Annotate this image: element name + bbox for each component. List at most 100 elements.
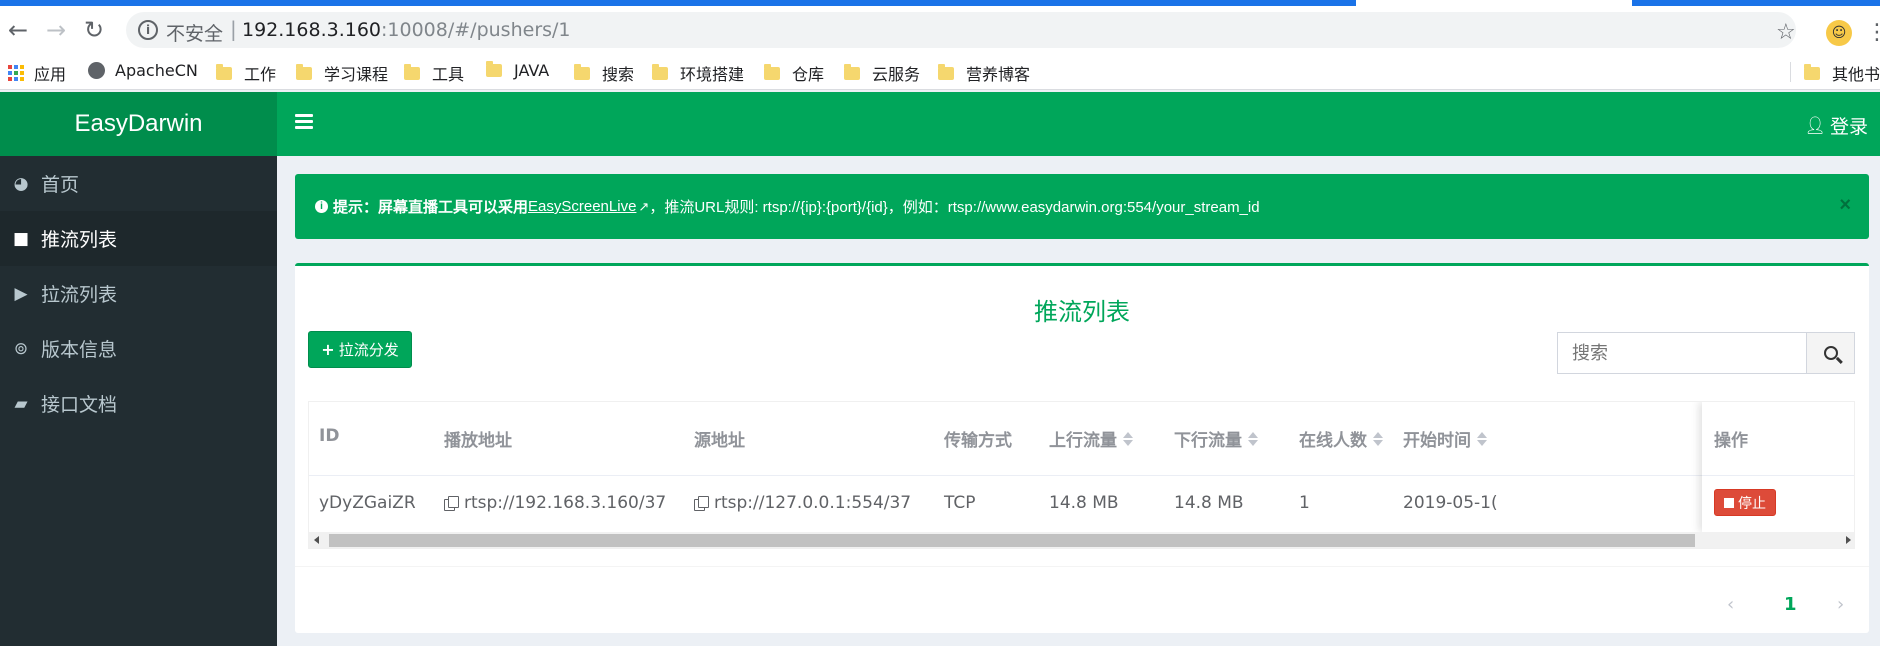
video-camera-icon: ■ <box>12 228 30 249</box>
pushers-table: ID 播放地址 源地址 传输方式 上行流量 下行流量 在线人数 开始时间 yDy… <box>308 401 1855 549</box>
cell-start-time: 2019-05-1( <box>1403 493 1498 513</box>
sidebar-toggle-icon[interactable] <box>295 114 313 129</box>
th-up-traffic[interactable]: 上行流量 <box>1049 426 1133 451</box>
reload-icon[interactable]: ↻ <box>80 16 108 44</box>
plus-icon: + <box>321 340 335 359</box>
play-icon: ▶ <box>14 283 28 304</box>
th-transport: 传输方式 <box>944 431 1012 451</box>
sidebar-item-label: 首页 <box>41 174 80 196</box>
bookmark-apachecn[interactable]: ApacheCN <box>88 61 198 80</box>
bookmark-nutrition-blog[interactable]: 营养博客 <box>938 61 1030 85</box>
search-button[interactable] <box>1806 332 1855 374</box>
bookmark-tools[interactable]: 工具 <box>404 61 464 85</box>
th-play-url: 播放地址 <box>444 431 512 451</box>
bookmark-label: 工具 <box>432 65 465 84</box>
th-online-label: 在线人数 <box>1299 431 1367 451</box>
folder-icon <box>404 63 420 80</box>
url-text[interactable]: 192.168.3.160:10008/#/pushers/1 <box>242 19 571 41</box>
back-icon[interactable]: ← <box>4 16 32 44</box>
forward-icon[interactable]: → <box>42 16 70 44</box>
globe-icon <box>88 62 105 79</box>
cell-down-traffic: 14.8 MB <box>1174 493 1244 513</box>
sidebar-item-pullers[interactable]: ▶ 拉流列表 <box>0 266 277 321</box>
sidebar-item-pushers[interactable]: ■ 推流列表 <box>0 211 277 266</box>
cell-source-url: rtsp://127.0.0.1:554/37 <box>694 493 911 513</box>
divider <box>295 566 1869 567</box>
play-url-text: rtsp://192.168.3.160/37 <box>464 493 667 513</box>
folder-icon <box>764 63 780 80</box>
cell-id: yDyZGaiZR <box>319 493 416 513</box>
folder-icon <box>844 63 860 80</box>
cell-transport: TCP <box>944 493 976 513</box>
search-input[interactable] <box>1557 332 1807 374</box>
bookmark-work[interactable]: 工作 <box>216 61 276 85</box>
more-menu-icon[interactable]: ⋮ <box>1866 20 1880 45</box>
action-column: 操作 停止 <box>1702 402 1854 532</box>
cell-online: 1 <box>1299 493 1310 513</box>
th-id: ID <box>319 426 340 446</box>
bookmark-courses[interactable]: 学习课程 <box>296 61 388 85</box>
scroll-left-icon[interactable] <box>314 536 319 544</box>
login-label: 登录 <box>1829 116 1868 138</box>
pushers-box: 推流列表 + 拉流分发 ID 播放地址 源地址 传输方式 上行流量 下行流量 在… <box>295 263 1869 633</box>
bookmark-other[interactable]: 其他书签 <box>1804 61 1880 85</box>
add-pull-button[interactable]: + 拉流分发 <box>308 331 412 368</box>
next-page-button[interactable]: › <box>1837 594 1844 615</box>
close-icon[interactable]: × <box>1839 194 1851 217</box>
page-number-button[interactable]: 1 <box>1784 594 1797 615</box>
tip-prefix: 提示：屏幕直播工具可以采用 <box>333 199 529 216</box>
tip-callout: i 提示：屏幕直播工具可以采用 EasyScreenLive ↗ ，推流URL规… <box>295 174 1869 239</box>
bookmark-cloud[interactable]: 云服务 <box>844 61 920 85</box>
th-down-traffic-label: 下行流量 <box>1174 431 1242 451</box>
sort-icon[interactable] <box>1248 431 1258 446</box>
sort-icon[interactable] <box>1123 431 1133 446</box>
login-link[interactable]: 👤︎ 登录 <box>1804 112 1868 139</box>
bookmark-apps[interactable]: 应用 <box>8 61 66 85</box>
dashboard-icon: ◕ <box>13 173 29 194</box>
bookmark-label: ApacheCN <box>115 61 198 80</box>
bookmark-label: 工作 <box>244 65 277 84</box>
bookmark-label: 云服务 <box>872 65 921 84</box>
th-online[interactable]: 在线人数 <box>1299 426 1383 451</box>
th-start-time[interactable]: 开始时间 <box>1403 426 1487 451</box>
info-icon[interactable]: i <box>138 20 158 40</box>
prev-page-button[interactable]: ‹ <box>1727 594 1734 615</box>
folder-icon <box>1804 63 1820 80</box>
easyscreenlive-link[interactable]: EasyScreenLive <box>528 198 636 215</box>
app-logo[interactable]: EasyDarwin <box>0 92 277 156</box>
folder-icon <box>652 63 668 80</box>
copy-icon[interactable] <box>694 495 709 511</box>
info-circle-icon: i <box>315 200 328 213</box>
scroll-right-icon[interactable] <box>1846 536 1851 544</box>
copy-icon[interactable] <box>444 495 459 511</box>
sidebar-item-version[interactable]: ⊚ 版本信息 <box>0 321 277 376</box>
cell-play-url: rtsp://192.168.3.160/37 <box>444 493 666 513</box>
bookmark-label: 应用 <box>34 65 67 84</box>
bookmark-env-setup[interactable]: 环境搭建 <box>652 61 744 85</box>
folder-icon <box>296 63 312 80</box>
bookmark-label: JAVA <box>514 61 550 80</box>
horizontal-scrollbar-right[interactable] <box>1702 532 1854 548</box>
external-link-icon[interactable]: ↗ <box>638 199 649 215</box>
sidebar-item-home[interactable]: ◕ 首页 <box>0 156 277 211</box>
horizontal-scrollbar[interactable] <box>309 532 1702 548</box>
bookmark-java[interactable]: JAVA <box>486 61 549 80</box>
scrollbar-thumb[interactable] <box>329 534 1695 547</box>
th-down-traffic[interactable]: 下行流量 <box>1174 426 1258 451</box>
profile-avatar-icon[interactable]: ☺ <box>1826 20 1852 46</box>
add-pull-label: 拉流分发 <box>338 341 399 359</box>
folder-icon <box>574 63 590 80</box>
address-bar[interactable]: i 不安全 | 192.168.3.160:10008/#/pushers/1 <box>126 12 1796 48</box>
stop-button[interactable]: 停止 <box>1714 489 1776 516</box>
bookmark-repo[interactable]: 仓库 <box>764 61 824 85</box>
sort-icon[interactable] <box>1477 431 1487 446</box>
sidebar-item-label: 拉流列表 <box>41 284 118 306</box>
sort-icon[interactable] <box>1373 431 1383 446</box>
book-icon: ▰ <box>14 393 28 414</box>
stop-label: 停止 <box>1738 495 1766 512</box>
bookmark-star-icon[interactable]: ☆ <box>1776 20 1796 45</box>
sidebar-item-label: 推流列表 <box>41 229 118 251</box>
sidebar-item-api-docs[interactable]: ▰ 接口文档 <box>0 376 277 431</box>
bookmark-search[interactable]: 搜索 <box>574 61 634 85</box>
table-header: ID 播放地址 源地址 传输方式 上行流量 下行流量 在线人数 开始时间 <box>309 402 1854 476</box>
